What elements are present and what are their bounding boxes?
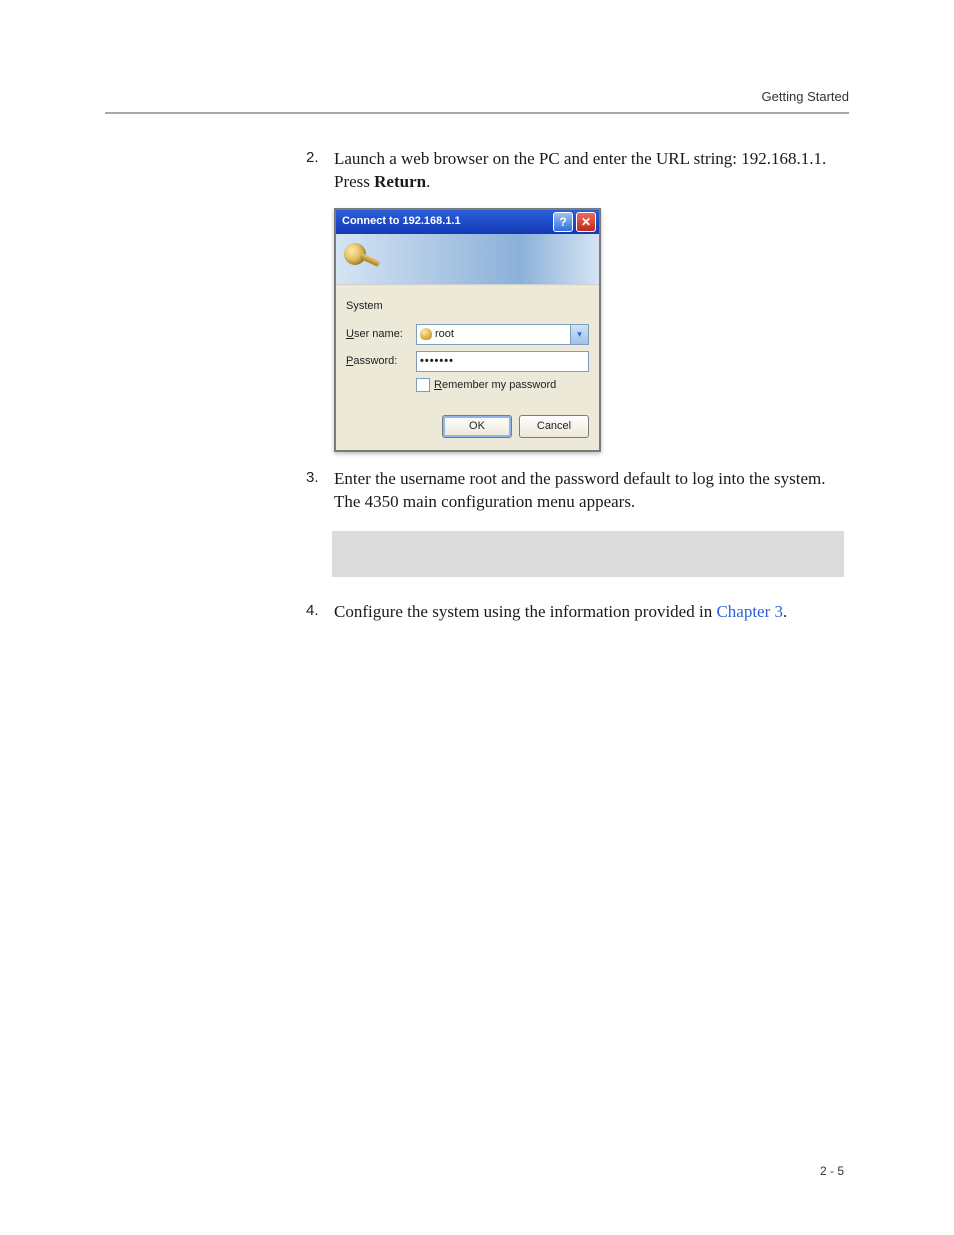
running-head: Getting Started xyxy=(762,88,849,106)
step-2: 2. Launch a web browser on the PC and en… xyxy=(306,148,844,452)
step-2-text: Launch a web browser on the PC and enter… xyxy=(334,148,844,194)
step-4-text: Configure the system using the informati… xyxy=(334,601,844,624)
username-row: User name: root ▾ xyxy=(346,324,589,345)
step-list: 2. Launch a web browser on the PC and en… xyxy=(306,148,844,624)
step-2-text-b: . xyxy=(426,172,430,191)
remember-checkbox[interactable] xyxy=(416,378,430,392)
username-value: root xyxy=(435,327,454,342)
step-3: 3. Enter the username root and the passw… xyxy=(306,468,844,578)
step-number: 3. xyxy=(306,468,319,488)
dialog-titlebar: Connect to 192.168.1.1 ? ✕ xyxy=(336,210,599,234)
step-4: 4. Configure the system using the inform… xyxy=(306,601,844,624)
dialog-buttons: OK Cancel xyxy=(346,415,589,438)
auth-dialog: Connect to 192.168.1.1 ? ✕ System User n… xyxy=(334,208,601,452)
step-4-text-b: . xyxy=(783,602,787,621)
remember-label: Remember my password xyxy=(434,378,556,393)
password-label: Password: xyxy=(346,354,416,369)
step-2-bold: Return xyxy=(374,172,426,191)
username-label: User name: xyxy=(346,327,416,342)
step-number: 4. xyxy=(306,601,319,621)
dialog-title: Connect to 192.168.1.1 xyxy=(342,214,461,229)
password-row: Password: ••••••• xyxy=(346,351,589,372)
ok-button[interactable]: OK xyxy=(442,415,512,438)
note-block xyxy=(332,531,844,577)
password-input[interactable]: ••••••• xyxy=(416,351,589,372)
dropdown-arrow-icon[interactable]: ▾ xyxy=(570,325,588,344)
close-button[interactable]: ✕ xyxy=(576,212,596,232)
password-value: ••••••• xyxy=(420,354,454,369)
user-icon xyxy=(420,328,432,340)
cancel-button[interactable]: Cancel xyxy=(519,415,589,438)
dialog-body: System User name: root ▾ Password: •••••… xyxy=(336,285,599,450)
username-input[interactable]: root ▾ xyxy=(416,324,589,345)
dialog-banner xyxy=(336,234,599,285)
step-4-text-a: Configure the system using the informati… xyxy=(334,602,716,621)
content-area: 2. Launch a web browser on the PC and en… xyxy=(306,148,844,634)
remember-row: Remember my password xyxy=(416,378,589,393)
system-label: System xyxy=(346,299,589,314)
step-number: 2. xyxy=(306,148,319,168)
top-rule xyxy=(105,112,849,114)
keys-icon xyxy=(342,239,382,279)
page-number: 2 - 5 xyxy=(820,1163,844,1179)
chapter-link[interactable]: Chapter 3 xyxy=(716,602,783,621)
step-3-text: Enter the username root and the password… xyxy=(334,468,844,514)
help-button[interactable]: ? xyxy=(553,212,573,232)
titlebar-buttons: ? ✕ xyxy=(553,212,596,232)
